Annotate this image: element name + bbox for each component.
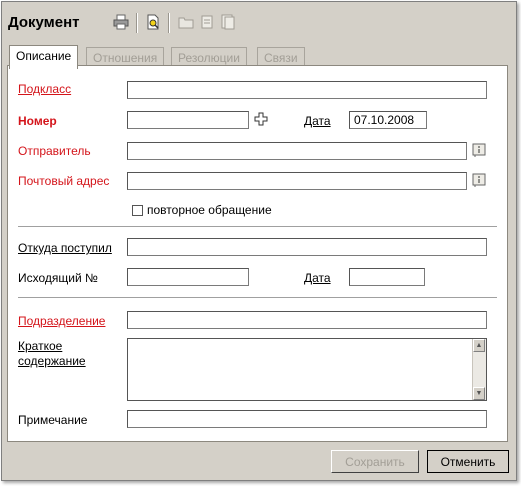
- summary-label-line2[interactable]: содержание: [18, 354, 86, 368]
- received-from-field[interactable]: [127, 238, 487, 256]
- date-label[interactable]: Дата: [304, 114, 331, 128]
- description-panel: Подкласс Номер Дата Отправитель Почтовый…: [7, 65, 508, 442]
- divider: [18, 297, 497, 299]
- cancel-button[interactable]: Отменить: [427, 450, 509, 473]
- number-label: Номер: [18, 114, 57, 128]
- find-document-icon[interactable]: [145, 14, 161, 30]
- add-icon[interactable]: [254, 112, 268, 126]
- folder-icon: [178, 14, 194, 30]
- printer-icon[interactable]: [113, 14, 129, 30]
- postal-address-field[interactable]: [127, 172, 467, 190]
- outgoing-number-label: Исходящий №: [18, 271, 98, 285]
- postal-address-label: Почтовый адрес: [18, 174, 110, 188]
- lookup-icon[interactable]: [472, 143, 486, 157]
- summary-textarea[interactable]: ▲ ▼: [127, 338, 487, 401]
- scroll-up-icon[interactable]: ▲: [473, 339, 485, 352]
- outgoing-date-field[interactable]: [349, 268, 425, 286]
- date-field[interactable]: [349, 111, 427, 129]
- outgoing-number-field[interactable]: [127, 268, 249, 286]
- number-field[interactable]: [127, 111, 249, 129]
- note-label: Примечание: [18, 413, 88, 427]
- subclass-field[interactable]: [127, 81, 487, 99]
- copy-icon: [199, 14, 215, 30]
- divider: [18, 226, 497, 228]
- tab-description[interactable]: Описание: [9, 45, 79, 69]
- lookup-icon[interactable]: [472, 173, 486, 187]
- department-field[interactable]: [127, 311, 487, 329]
- sender-label: Отправитель: [18, 144, 91, 158]
- outgoing-date-label[interactable]: Дата: [304, 271, 331, 285]
- subclass-label[interactable]: Подкласс: [18, 82, 71, 96]
- window-title: Документ: [8, 14, 80, 31]
- note-field[interactable]: [127, 410, 487, 428]
- department-label[interactable]: Подразделение: [18, 314, 105, 328]
- repeat-request-checkbox[interactable]: [132, 205, 143, 216]
- scrollbar[interactable]: ▲ ▼: [472, 339, 486, 400]
- summary-label-line1[interactable]: Краткое: [18, 339, 62, 353]
- paste-icon: [220, 14, 236, 30]
- received-from-label[interactable]: Откуда поступил: [18, 241, 112, 255]
- scroll-down-icon[interactable]: ▼: [473, 387, 485, 400]
- repeat-request-label: повторное обращение: [147, 203, 272, 217]
- save-button[interactable]: Сохранить: [331, 450, 419, 473]
- sender-field[interactable]: [127, 142, 467, 160]
